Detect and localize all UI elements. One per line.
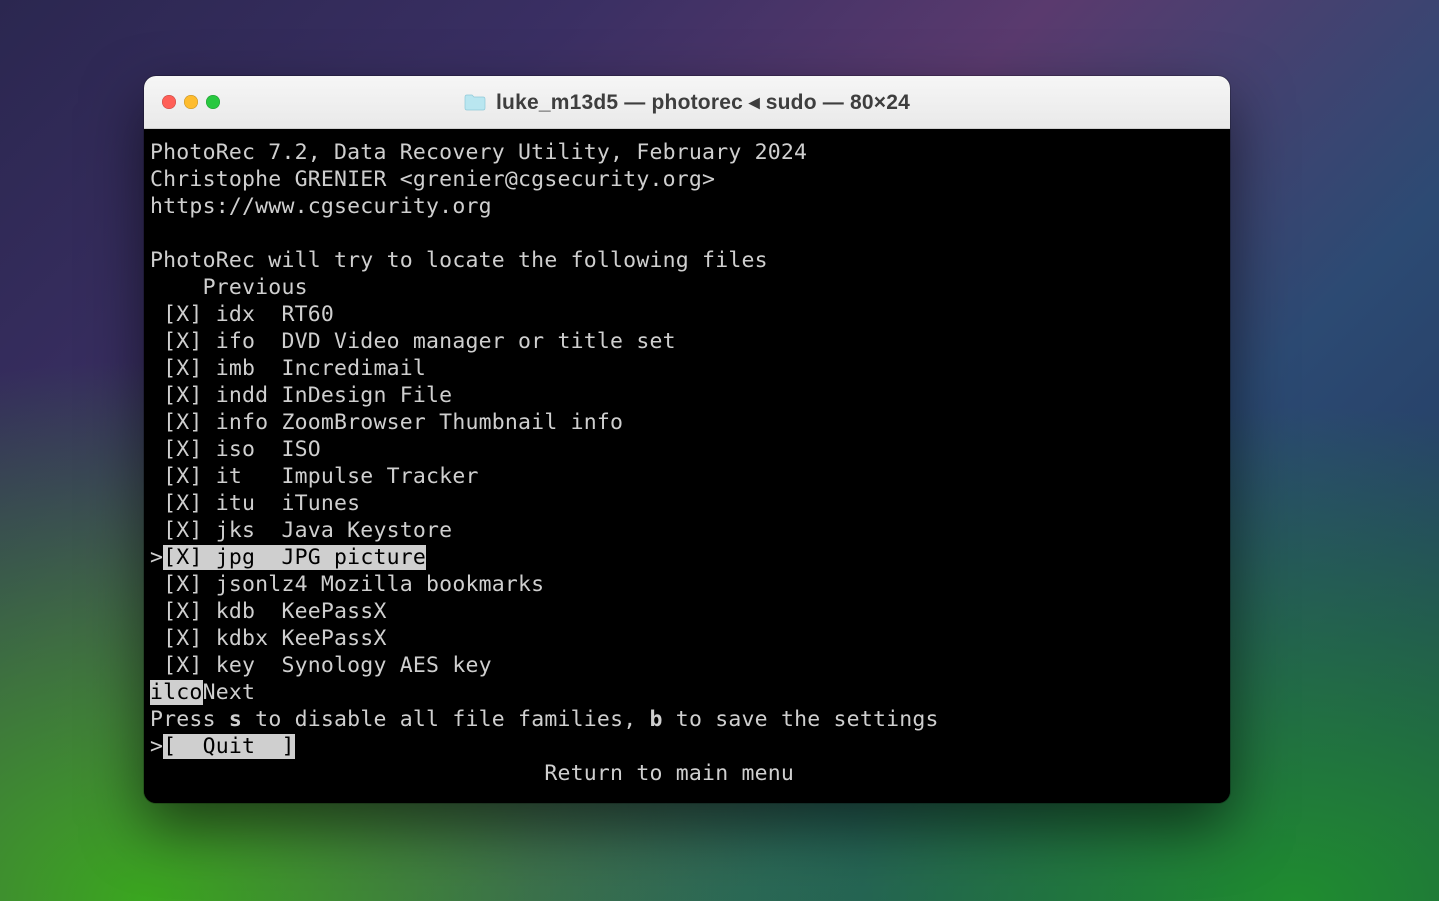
quit-button[interactable]: >[ Quit ] <box>150 733 1224 760</box>
partial-highlight: ilco <box>150 680 203 705</box>
file-option[interactable]: [X] it Impulse Tracker <box>150 463 1224 490</box>
window-titlebar[interactable]: luke_m13d5 — photorec ◂ sudo — 80×24 <box>144 76 1230 129</box>
next-option[interactable]: ilcoNext <box>150 679 1224 706</box>
file-option[interactable]: [X] info ZoomBrowser Thumbnail info <box>150 409 1224 436</box>
blank-line <box>150 220 1224 247</box>
file-option[interactable]: [X] ifo DVD Video manager or title set <box>150 328 1224 355</box>
return-line: Return to main menu <box>150 760 1224 787</box>
close-icon[interactable] <box>162 95 176 109</box>
previous-option[interactable]: Previous <box>150 274 1224 301</box>
file-option[interactable]: [X] idx RT60 <box>150 301 1224 328</box>
traffic-lights <box>162 95 220 109</box>
file-option[interactable]: [X] key Synology AES key <box>150 652 1224 679</box>
file-option[interactable]: [X] indd InDesign File <box>150 382 1224 409</box>
header-line: PhotoRec 7.2, Data Recovery Utility, Feb… <box>150 139 1224 166</box>
header-line: https://www.cgsecurity.org <box>150 193 1224 220</box>
file-option[interactable]: [X] itu iTunes <box>150 490 1224 517</box>
hint-line: Press s to disable all file families, b … <box>150 706 1224 733</box>
zoom-icon[interactable] <box>206 95 220 109</box>
file-option-selected[interactable]: >[X] jpg JPG picture <box>150 544 1224 571</box>
header-line: Christophe GRENIER <grenier@cgsecurity.o… <box>150 166 1224 193</box>
minimize-icon[interactable] <box>184 95 198 109</box>
file-option[interactable]: [X] kdb KeePassX <box>150 598 1224 625</box>
terminal-window: luke_m13d5 — photorec ◂ sudo — 80×24 Pho… <box>144 76 1230 803</box>
file-option[interactable]: [X] jsonlz4 Mozilla bookmarks <box>150 571 1224 598</box>
folder-icon <box>464 93 486 111</box>
file-option[interactable]: [X] iso ISO <box>150 436 1224 463</box>
file-option[interactable]: [X] jks Java Keystore <box>150 517 1224 544</box>
desktop-wallpaper: luke_m13d5 — photorec ◂ sudo — 80×24 Pho… <box>0 0 1439 901</box>
file-option[interactable]: [X] imb Incredimail <box>150 355 1224 382</box>
intro-line: PhotoRec will try to locate the followin… <box>150 247 1224 274</box>
window-title: luke_m13d5 — photorec ◂ sudo — 80×24 <box>496 90 910 115</box>
terminal-content[interactable]: PhotoRec 7.2, Data Recovery Utility, Feb… <box>144 129 1230 803</box>
file-option[interactable]: [X] kdbx KeePassX <box>150 625 1224 652</box>
